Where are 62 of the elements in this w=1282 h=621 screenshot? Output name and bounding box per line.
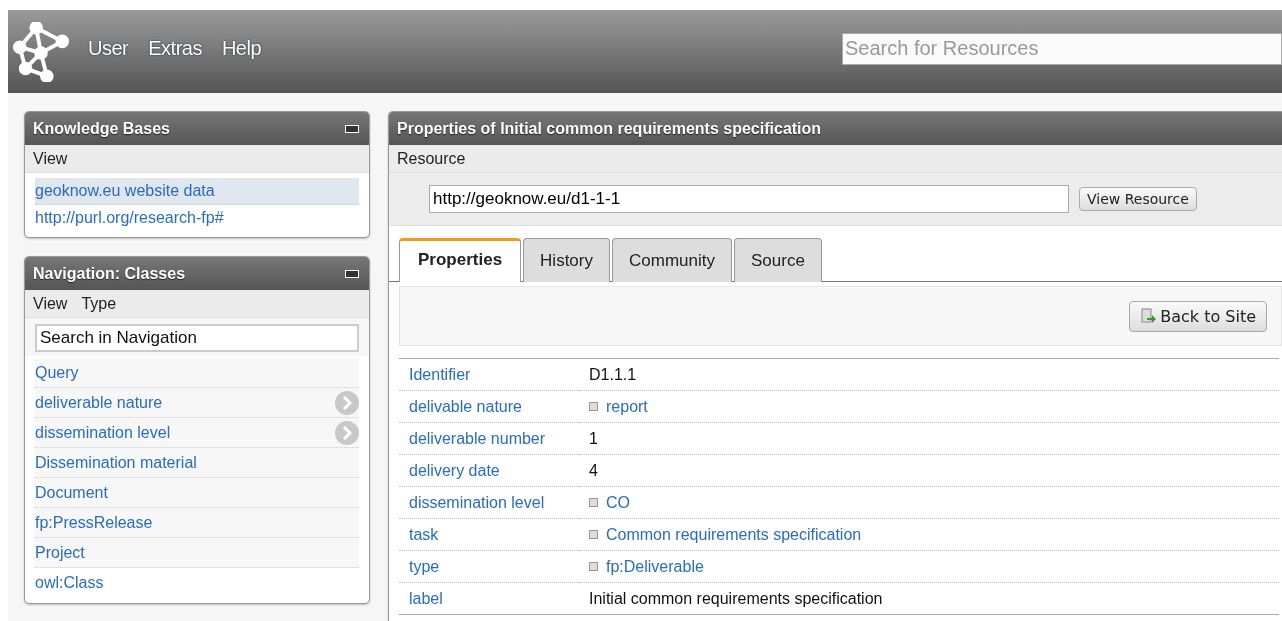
property-value: Initial common requirements specification bbox=[589, 589, 883, 607]
minimize-icon[interactable] bbox=[345, 124, 359, 133]
class-list-row[interactable]: Dissemination material bbox=[35, 448, 359, 478]
property-value-link[interactable]: CO bbox=[606, 493, 630, 512]
chevron-right-icon[interactable] bbox=[335, 390, 359, 415]
menu-item[interactable]: View bbox=[33, 294, 68, 313]
class-link[interactable]: fp:PressRelease bbox=[35, 513, 153, 532]
property-name[interactable]: type bbox=[399, 550, 579, 583]
tab[interactable]: Community bbox=[612, 238, 732, 282]
knowledge-base-item[interactable]: geoknow.eu website data bbox=[35, 178, 359, 205]
search-field[interactable]: Search for Resources bbox=[842, 32, 1282, 65]
panel-title: Navigation: Classes bbox=[33, 264, 186, 283]
menu-item[interactable]: Type bbox=[81, 294, 117, 313]
property-value-link[interactable]: report bbox=[606, 397, 648, 416]
class-list-row[interactable]: Project bbox=[35, 538, 359, 568]
class-list-row[interactable]: dissemination level bbox=[35, 418, 359, 448]
property-value: 4 bbox=[589, 461, 598, 479]
class-link[interactable]: owl:Class bbox=[35, 573, 104, 592]
back-to-site-button[interactable]: Back to Site bbox=[1129, 300, 1267, 332]
minimize-icon[interactable] bbox=[345, 269, 359, 278]
class-list-row[interactable]: Document bbox=[35, 478, 359, 508]
property-value: D1.1.1 bbox=[589, 365, 637, 383]
property-name[interactable]: task bbox=[399, 518, 579, 551]
property-value-link[interactable]: fp:Deliverable bbox=[606, 557, 704, 576]
class-link[interactable]: dissemination level bbox=[35, 423, 171, 442]
class-link[interactable]: deliverable nature bbox=[35, 393, 163, 412]
property-name[interactable]: Identifier bbox=[399, 358, 579, 391]
chevron-right-icon[interactable] bbox=[335, 420, 359, 445]
class-list-row[interactable]: Query bbox=[35, 358, 359, 388]
menu-item[interactable]: View bbox=[33, 149, 68, 168]
property-name[interactable]: label bbox=[399, 582, 579, 615]
expand-icon[interactable] bbox=[589, 562, 598, 572]
tab[interactable]: Properties bbox=[399, 238, 522, 282]
class-link[interactable]: Project bbox=[35, 543, 85, 562]
property-name[interactable]: delivery date bbox=[399, 454, 579, 487]
property-name[interactable]: dissemination level bbox=[399, 486, 579, 519]
menu-item[interactable]: Extras bbox=[148, 37, 202, 60]
document-arrow-icon bbox=[1140, 308, 1157, 324]
resource-field[interactable]: http://geoknow.eu/d1-1-1 bbox=[429, 185, 1069, 213]
class-list-row[interactable]: fp:PressRelease bbox=[35, 508, 359, 538]
class-list-row[interactable]: deliverable nature bbox=[35, 388, 359, 418]
menu-item[interactable]: User bbox=[88, 37, 129, 60]
network-logo-icon[interactable] bbox=[12, 21, 70, 82]
class-link[interactable]: Dissemination material bbox=[35, 453, 197, 472]
tab[interactable]: History bbox=[523, 238, 610, 282]
expand-icon[interactable] bbox=[589, 530, 598, 540]
property-name[interactable]: delivable nature bbox=[399, 390, 579, 423]
property-value-link[interactable]: Common requirements specification bbox=[606, 525, 862, 544]
class-link[interactable]: Document bbox=[35, 483, 108, 502]
panel-title: Knowledge Bases bbox=[33, 119, 170, 138]
expand-icon[interactable] bbox=[589, 402, 598, 412]
panel-title: Properties of Initial common requirements specification bbox=[397, 119, 822, 138]
property-name[interactable]: deliverable number bbox=[399, 422, 579, 455]
menu-item[interactable]: Resource bbox=[397, 149, 466, 168]
class-link[interactable]: Query bbox=[35, 363, 79, 382]
tab[interactable]: Source bbox=[733, 238, 822, 282]
knowledge-base-item[interactable]: http://purl.org/research-fp# bbox=[35, 205, 359, 231]
search-field[interactable]: Search in Navigation bbox=[35, 324, 359, 352]
menu-item[interactable]: Help bbox=[221, 37, 262, 60]
expand-icon[interactable] bbox=[589, 498, 598, 508]
view-resource-button[interactable]: View Resource bbox=[1079, 187, 1197, 211]
property-value: 1 bbox=[589, 429, 598, 447]
